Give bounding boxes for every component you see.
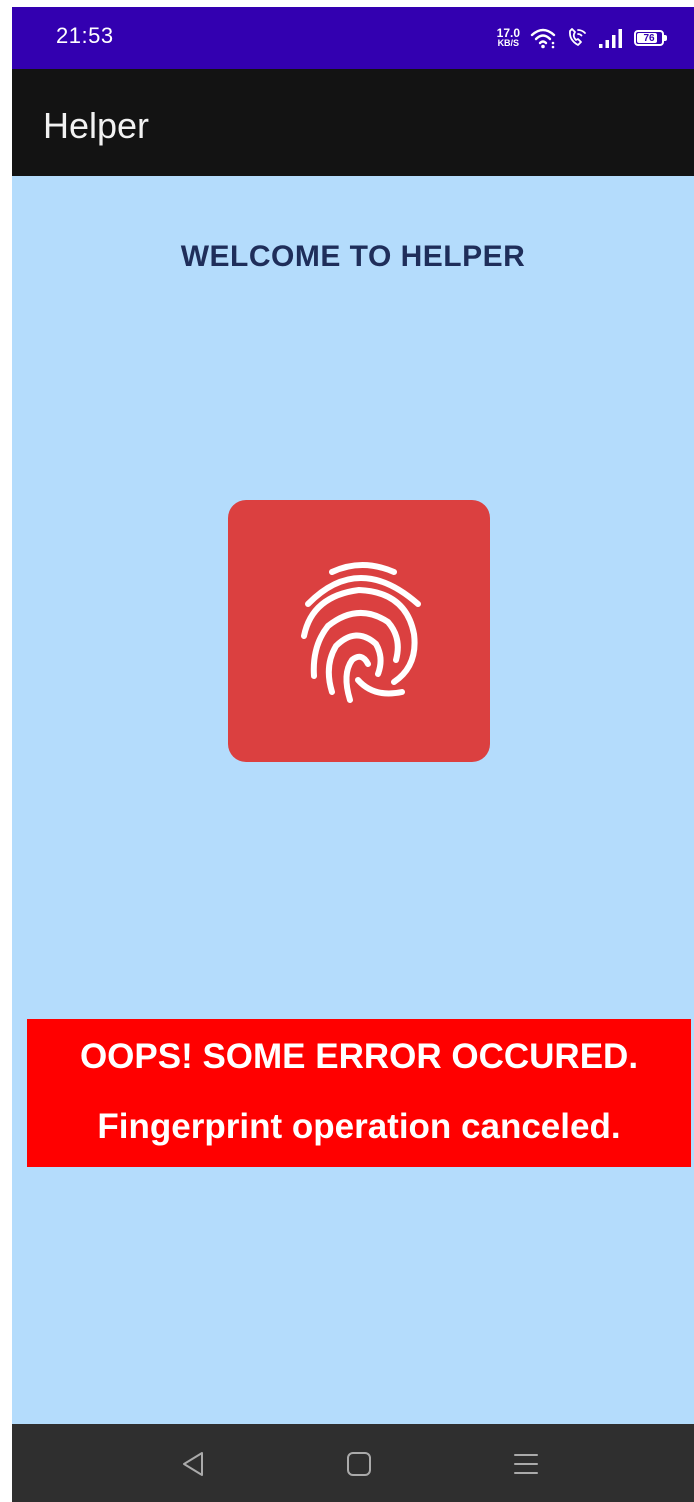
network-speed: 17.0 KB/S — [496, 26, 520, 48]
cell-signal-icon — [599, 29, 622, 48]
fingerprint-button[interactable] — [228, 500, 490, 762]
network-speed-unit: KB/S — [497, 38, 520, 48]
recents-icon — [514, 1454, 538, 1474]
battery-level: 76 — [643, 32, 655, 44]
navigation-bar — [12, 1424, 694, 1502]
error-message: Fingerprint operation canceled. — [97, 1107, 621, 1146]
welcome-heading: WELCOME TO HELPER — [180, 240, 526, 273]
home-icon — [347, 1452, 371, 1476]
wifi-calling-icon — [569, 28, 586, 46]
home-button[interactable] — [339, 1446, 379, 1482]
fingerprint-icon — [301, 562, 421, 703]
status-time: 21:53 — [56, 23, 114, 48]
wifi-icon — [530, 28, 556, 49]
error-banner: OOPS! SOME ERROR OCCURED. Fingerprint op… — [27, 1019, 691, 1167]
app-bar: Helper — [12, 69, 694, 176]
battery-icon: 76 — [634, 30, 667, 46]
back-button[interactable] — [173, 1446, 213, 1482]
network-speed-value: 17.0 — [496, 26, 520, 40]
status-bar: 21:53 17.0 KB/S 76 — [12, 7, 694, 69]
recents-button[interactable] — [506, 1446, 546, 1482]
back-icon — [183, 1452, 203, 1476]
status-icons: 17.0 KB/S 76 — [496, 23, 667, 53]
error-title: OOPS! SOME ERROR OCCURED. — [79, 1037, 639, 1076]
app-title: Helper — [43, 105, 150, 146]
app-screen: 21:53 17.0 KB/S 76 Helper WELCOME TO HEL… — [12, 7, 694, 1502]
